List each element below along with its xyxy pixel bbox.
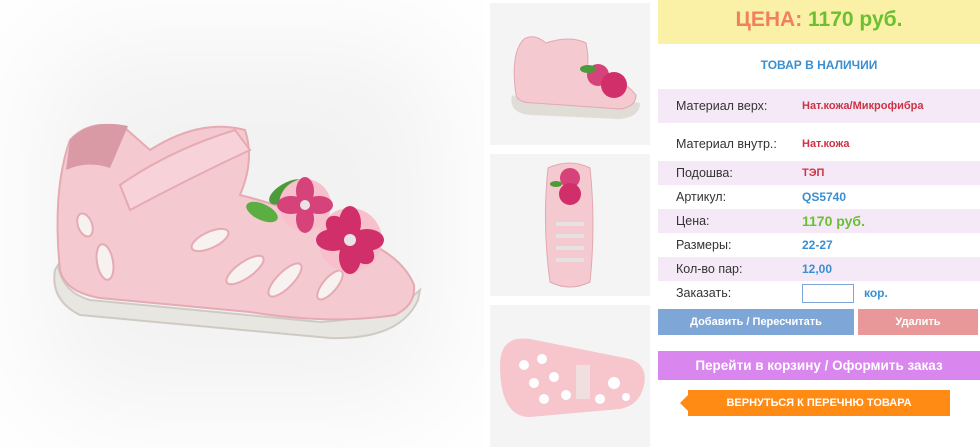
price-header-value: 1170 руб. — [808, 8, 903, 31]
thumbnail-top[interactable] — [490, 154, 650, 296]
spec-value: Нат.кожа — [802, 138, 850, 150]
spec-row-price: Цена: 1170 руб. — [658, 209, 980, 233]
remove-button[interactable]: Удалить — [858, 309, 978, 335]
spec-row-article: Артикул: QS5740 — [658, 185, 980, 209]
thumbnail-sole[interactable] — [490, 305, 650, 447]
order-label: Заказать: — [676, 286, 732, 300]
product-info-panel: ЦЕНА: 1170 руб. ТОВАР В НАЛИЧИИ Материал… — [658, 0, 980, 448]
spec-key: Материал внутр.: — [676, 137, 777, 151]
sandal-main-illustration — [53, 123, 422, 340]
spec-key: Размеры: — [676, 238, 732, 252]
thumbnail-side[interactable] — [490, 3, 650, 145]
spec-value: 12,00 — [802, 262, 833, 276]
order-row: Заказать: кор. — [658, 281, 980, 305]
order-unit: кор. — [864, 286, 888, 300]
sandal-sole-illustration — [500, 338, 645, 417]
spec-value: Нат.кожа/Микрофибра — [802, 100, 924, 112]
spec-key: Кол-во пар: — [676, 262, 743, 276]
spec-key: Подошва: — [676, 166, 733, 180]
back-to-list-button[interactable]: ВЕРНУТЬСЯ К ПЕРЕЧНЮ ТОВАРА — [680, 390, 950, 416]
thumbnail-gallery — [484, 0, 656, 448]
add-recalculate-button[interactable]: Добавить / Пересчитать — [658, 309, 854, 335]
order-quantity-input[interactable] — [802, 284, 854, 303]
price-header: ЦЕНА: 1170 руб. — [658, 0, 980, 44]
spec-row-pairs-count: Кол-во пар: 12,00 — [658, 257, 980, 281]
spec-row-sizes: Размеры: 22-27 — [658, 233, 980, 257]
sandal-top-illustration — [544, 162, 594, 288]
spec-value: QS5740 — [802, 190, 847, 204]
price-header-label: ЦЕНА: — [735, 8, 803, 31]
stock-status: ТОВАР В НАЛИЧИИ — [760, 58, 878, 72]
spec-row-inner-material: Материал внутр.: Нат.кожа — [658, 127, 980, 161]
spec-row-sole: Подошва: ТЭП — [658, 161, 980, 185]
spec-key: Цена: — [676, 214, 710, 228]
spec-key: Материал верх: — [676, 99, 768, 113]
spec-value: 22-27 — [802, 238, 833, 252]
sandal-side-illustration — [511, 36, 640, 119]
spec-row-upper-material: Материал верх: Нат.кожа/Микрофибра — [658, 89, 980, 123]
spec-value: ТЭП — [802, 167, 825, 179]
spec-value: 1170 руб. — [802, 213, 865, 229]
main-product-photo[interactable] — [0, 0, 484, 448]
spec-key: Артикул: — [676, 190, 727, 204]
go-to-cart-button[interactable]: Перейти в корзину / Оформить заказ — [658, 351, 980, 380]
